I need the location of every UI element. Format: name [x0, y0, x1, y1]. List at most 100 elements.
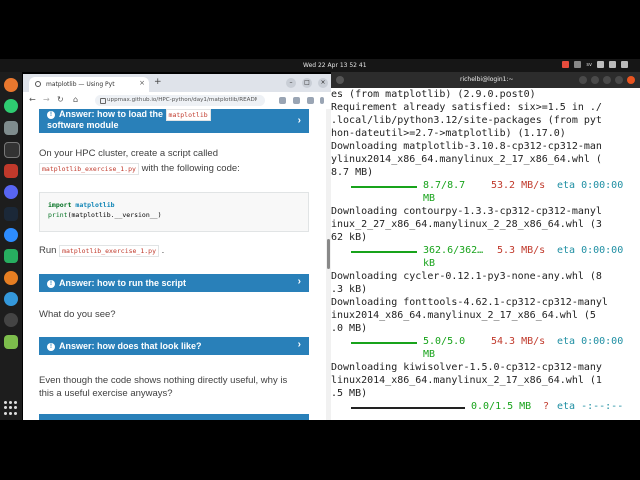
terminal-line: .local/lib/python3.12/site-packages (fro…	[331, 115, 602, 126]
terminal-line: .3 kB)	[331, 284, 368, 295]
lock-icon	[100, 98, 106, 104]
progress-unit: kB	[423, 258, 436, 269]
terminal-output[interactable]: es (from matplotlib) (2.9.0.post0) Requi…	[331, 88, 640, 420]
power-icon[interactable]	[621, 61, 628, 68]
extension-icon[interactable]	[279, 97, 286, 104]
progress-bar	[351, 407, 465, 409]
progress-speed: 53.2 MB/s	[491, 180, 546, 191]
terminal-line: Requirement already satisfied: six>=1.5 …	[331, 102, 602, 113]
chevron-right-icon: ›	[297, 339, 301, 350]
terminal-icon[interactable]	[4, 142, 20, 158]
progress-speed: 5.3 MB/s	[497, 245, 546, 256]
maximize-button[interactable]: □	[302, 78, 312, 88]
tab-close-icon[interactable]: ×	[139, 79, 145, 87]
back-icon[interactable]: ←	[29, 95, 36, 104]
home-icon[interactable]: ⌂	[73, 95, 78, 104]
dock	[0, 72, 22, 420]
run-paragraph: Run matplotlib_exercise_1.py .	[39, 245, 165, 257]
screen-bottom	[0, 420, 640, 480]
steam-icon[interactable]	[4, 207, 18, 221]
question-why-useful: Even though the code shows nothing direc…	[39, 375, 288, 399]
recording-icon[interactable]	[562, 61, 570, 68]
intro-paragraph: On your HPC cluster, create a script cal…	[39, 148, 240, 175]
terminal-line: hon-dateutil>=2.7->matplotlib) (1.17.0)	[331, 128, 566, 139]
terminal-line: 62 kB)	[331, 232, 368, 243]
progress-size: 362.6/362…	[423, 245, 484, 256]
minimize-button[interactable]	[603, 76, 611, 84]
terminal-line: Downloading fonttools-4.62.1-cp312-cp312…	[331, 297, 608, 308]
terminal-line: linux2014_x86_64.manylinux_2_17_x86_64.w…	[331, 375, 602, 386]
progress-unit: MB	[423, 349, 436, 360]
terminal-line: Downloading matplotlib-3.10.8-cp312-cp31…	[331, 141, 602, 152]
chevron-right-icon: ›	[297, 115, 301, 126]
answer-load-module[interactable]: ! Answer: how to load the matplotlib soft…	[39, 109, 309, 133]
progress-bar	[351, 342, 417, 344]
close-button[interactable]: ×	[318, 78, 328, 88]
app-icon-2[interactable]	[4, 271, 18, 285]
terminal-line: 8.7 MB)	[331, 167, 374, 178]
terminal-line: es (from matplotlib) (2.9.0.post0)	[331, 89, 536, 100]
new-tab-button[interactable]: +	[154, 77, 162, 87]
menu-icon[interactable]	[320, 97, 324, 104]
question-what-see: What do you see?	[39, 309, 116, 320]
terminal-line: Downloading kiwisolver-1.5.0-cp312-cp312…	[331, 362, 602, 373]
zoom-icon[interactable]	[4, 228, 18, 242]
files-icon[interactable]	[4, 121, 18, 135]
terminal-line: Downloading contourpy-1.3.3-cp312-cp312-…	[331, 206, 602, 217]
answer-look-like[interactable]: ! Answer: how does that look like? ›	[39, 337, 309, 355]
progress-eta: eta 0:00:00	[557, 245, 624, 256]
maximize-button[interactable]	[615, 76, 623, 84]
exclamation-icon: !	[47, 280, 55, 288]
network-icon[interactable]	[597, 61, 604, 68]
progress-unit: MB	[423, 193, 436, 204]
exclamation-icon: !	[47, 111, 55, 119]
profile-icon[interactable]	[293, 97, 300, 104]
progress-speed: ?	[543, 401, 550, 412]
terminal-line: .5 MB)	[331, 388, 368, 399]
progress-speed: 54.3 MB/s	[491, 336, 546, 347]
app-grid-icon[interactable]	[4, 401, 18, 415]
terminal-line: Downloading cycler-0.12.1-py3-none-any.w…	[331, 271, 602, 282]
new-tab-icon[interactable]	[336, 76, 344, 84]
terminal-title: richelbi@login1:~	[460, 76, 514, 83]
qt-icon[interactable]	[4, 249, 18, 263]
code-block: import matplotlib print(matplotlib.__ver…	[39, 192, 309, 232]
chrome-icon[interactable]	[4, 292, 18, 306]
tab-favicon-icon	[35, 81, 41, 87]
terminal-titlebar: richelbi@login1:~	[331, 72, 640, 88]
tab-bar: matplotlib — Using Pyt × + – □ ×	[23, 74, 331, 92]
volume-icon[interactable]	[609, 61, 616, 68]
system-tray[interactable]: sv	[562, 61, 628, 68]
downloads-icon[interactable]	[307, 97, 314, 104]
tab-title: matplotlib — Using Pyt	[46, 81, 115, 88]
scrollbar-thumb[interactable]	[327, 239, 330, 269]
terminal-line: inux_2_27_x86_64.manylinux_2_28_x86_64.w…	[331, 219, 602, 230]
browser-window: matplotlib — Using Pyt × + – □ × ← → ↻ ⌂…	[23, 74, 331, 420]
search-icon[interactable]	[579, 76, 587, 84]
obs-icon[interactable]	[4, 313, 18, 327]
sync-icon[interactable]	[4, 99, 18, 113]
menu-icon[interactable]	[591, 76, 599, 84]
url-field[interactable]: uppmax.github.io/HPC-python/day1/matplot…	[95, 95, 265, 106]
close-button[interactable]	[627, 76, 635, 84]
terminal-line: .0 MB)	[331, 323, 368, 334]
progress-eta: eta 0:00:00	[557, 336, 624, 347]
terminal-line: inux2014_x86_64.manylinux_2_17_x86_64.wh…	[331, 310, 596, 321]
progress-size: 0.0/1.5 MB	[471, 401, 532, 412]
trash-icon[interactable]	[4, 335, 18, 349]
tab-matplotlib[interactable]: matplotlib — Using Pyt ×	[29, 77, 149, 92]
discord-icon[interactable]	[4, 185, 18, 199]
minimize-button[interactable]: –	[286, 78, 296, 88]
page-content: ! Answer: how to load the matplotlib soft…	[23, 109, 331, 420]
app-icon[interactable]	[4, 164, 18, 178]
firefox-icon[interactable]	[4, 78, 18, 92]
reload-icon[interactable]: ↻	[57, 95, 64, 104]
exclamation-icon: !	[47, 343, 55, 351]
clock[interactable]: Wed 22 Apr 13 52 41	[303, 62, 367, 69]
answer-run-script[interactable]: ! Answer: how to run the script ›	[39, 274, 309, 292]
chevron-right-icon: ›	[297, 276, 301, 287]
forward-icon[interactable]: →	[43, 95, 50, 104]
display-icon[interactable]	[574, 61, 582, 68]
keyboard-layout[interactable]: sv	[586, 62, 592, 68]
progress-eta: eta 0:00:00	[557, 180, 624, 191]
